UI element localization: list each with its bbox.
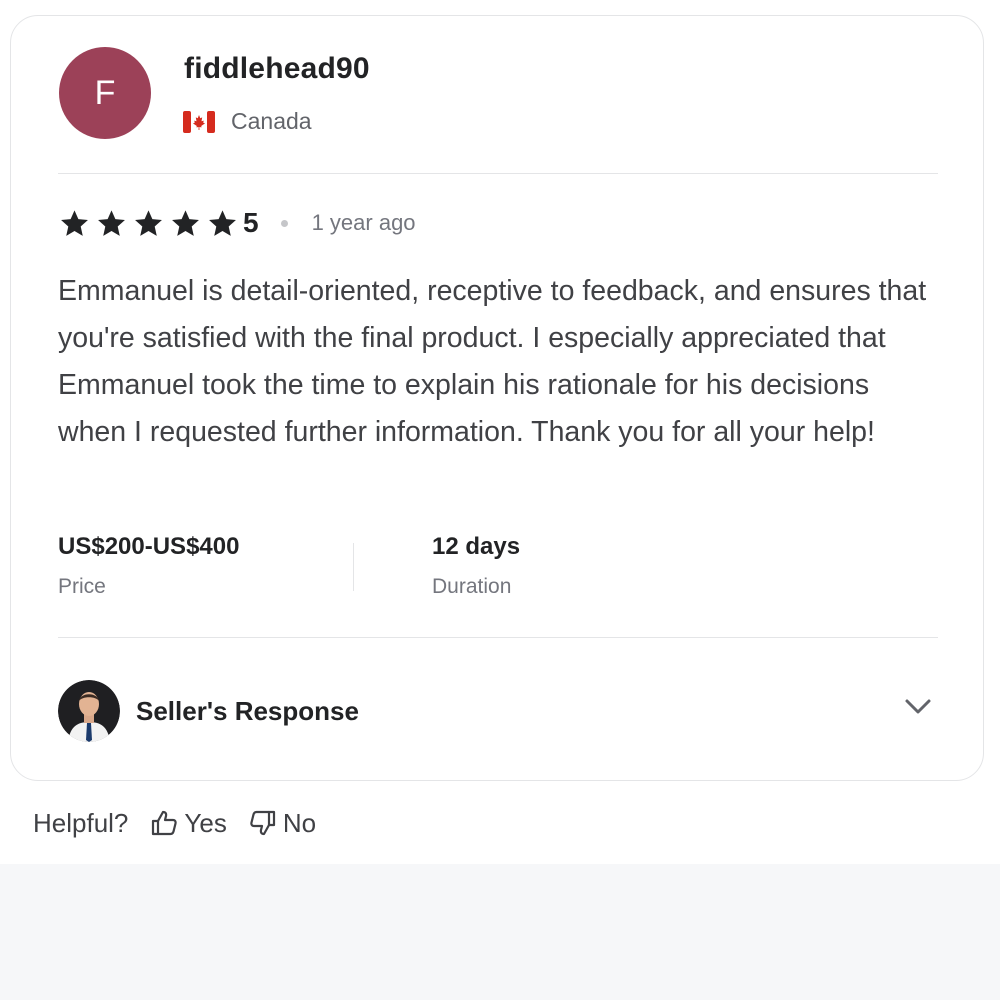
helpful-yes-label: Yes	[184, 807, 227, 838]
helpful-no-button[interactable]: No	[249, 808, 316, 839]
seller-response-toggle[interactable]: Seller's Response	[58, 680, 938, 742]
price-value: US$200-US$400	[58, 533, 240, 560]
reviewer-username: fiddlehead90	[184, 52, 370, 85]
review-card: F fiddlehead90 Canada 5 1 year ago Emman…	[10, 15, 984, 781]
reviewer-initial: F	[94, 73, 116, 112]
country-name: Canada	[231, 108, 312, 134]
chevron-down-icon[interactable]	[904, 698, 932, 716]
stat-divider	[353, 543, 354, 591]
reviewer-avatar: F	[59, 47, 151, 139]
page-background	[0, 864, 1000, 1000]
seller-response-label: Seller's Response	[136, 695, 359, 726]
canada-flag-icon	[183, 110, 215, 133]
star-icon	[172, 209, 199, 236]
thumbs-down-icon	[250, 810, 275, 836]
dot-separator	[280, 219, 288, 227]
review-time-ago: 1 year ago	[311, 210, 416, 235]
reviewer-country: Canada	[183, 108, 312, 135]
star-icon	[98, 209, 125, 236]
header-divider	[58, 173, 938, 174]
duration-stat: 12 days Duration	[432, 533, 520, 599]
price-stat: US$200-US$400 Price	[58, 533, 239, 599]
helpful-label: Helpful?	[33, 807, 129, 838]
thumbs-up-icon	[152, 810, 178, 836]
helpful-no-label: No	[282, 807, 317, 838]
star-icon	[61, 209, 88, 236]
review-text: Emmanuel is detail-oriented, receptive t…	[58, 275, 927, 448]
duration-label: Duration	[432, 575, 512, 598]
star-icon	[135, 209, 162, 236]
seller-avatar	[58, 680, 120, 742]
helpful-yes-button[interactable]: Yes	[150, 807, 227, 839]
rating-row: 5 1 year ago	[58, 207, 416, 239]
star-icon	[209, 209, 236, 236]
rating-value: 5	[243, 207, 259, 238]
helpful-row: Helpful? Yes No	[33, 806, 338, 840]
duration-value: 12 days	[432, 533, 521, 560]
price-label: Price	[58, 575, 106, 598]
star-rating	[58, 208, 243, 239]
response-divider	[58, 637, 938, 638]
